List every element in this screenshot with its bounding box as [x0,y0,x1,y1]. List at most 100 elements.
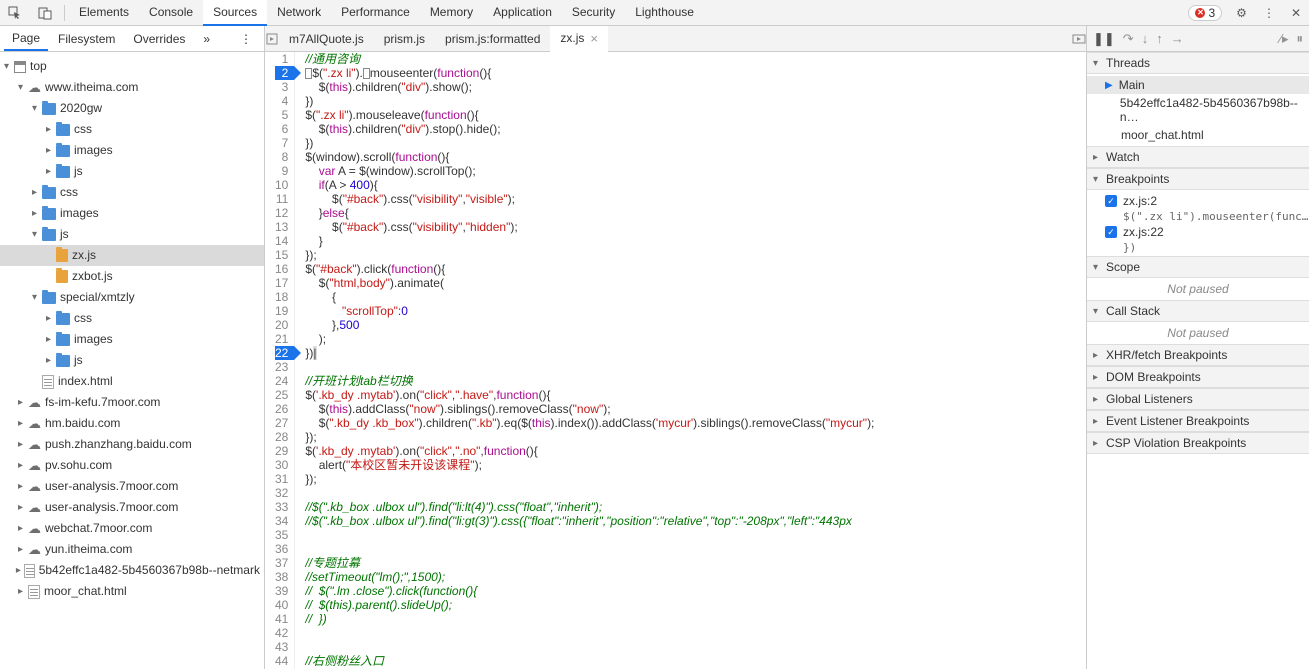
tree-item[interactable]: ▸☁pv.sohu.com [0,455,264,476]
code-line[interactable]: $(this).children("div").stop().hide(); [305,122,874,136]
line-number[interactable]: 20 [275,318,288,332]
line-number[interactable]: 11 [275,192,288,206]
tree-item[interactable]: ▾☁www.itheima.com [0,77,264,98]
breakpoint-item[interactable]: ✓zx.js:22 [1087,223,1309,241]
line-number[interactable]: 12 [275,206,288,220]
pause-exceptions-icon[interactable]: ⏸ [1297,31,1304,47]
code-line[interactable]: $(".zx li").mouseenter(function(){ [305,66,874,80]
line-number[interactable]: 33 [275,500,288,514]
line-number[interactable]: 38 [275,570,288,584]
line-number[interactable]: 14 [275,234,288,248]
editor-tab[interactable]: prism.js [374,26,435,52]
code-line[interactable]: // }) [305,612,874,626]
line-number[interactable]: 18 [275,290,288,304]
tree-item[interactable]: ▾2020gw [0,98,264,119]
code-line[interactable] [305,360,874,374]
line-number[interactable]: 7 [275,136,288,150]
code-line[interactable]: //开班计划tab栏切换 [305,374,874,388]
thread-item[interactable]: 5b42effc1a482-5b4560367b98b--n… [1087,94,1309,126]
line-number[interactable]: 34 [275,514,288,528]
code-line[interactable]: //$(".kb_box .ulbox ul").find("li:lt(4)"… [305,500,874,514]
line-number[interactable]: 17 [275,276,288,290]
code-line[interactable]: //setTimeout("lm();",1500); [305,570,874,584]
line-number[interactable]: 19 [275,304,288,318]
code-line[interactable]: "scrollTop":0 [305,304,874,318]
checkbox-icon[interactable]: ✓ [1105,226,1117,238]
line-number[interactable]: 41 [275,612,288,626]
tree-item[interactable]: ▸☁hm.baidu.com [0,413,264,434]
tree-item[interactable]: ▾special/xmtzly [0,287,264,308]
gear-icon[interactable]: ⚙ [1228,2,1255,24]
line-number[interactable]: 21 [275,332,288,346]
xhr-section[interactable]: ▸XHR/fetch Breakpoints [1087,344,1309,366]
line-number[interactable]: 9 [275,164,288,178]
line-number[interactable]: 23 [275,360,288,374]
line-number[interactable]: 24 [275,374,288,388]
tree-item[interactable]: ▸css [0,308,264,329]
step-icon[interactable]: → [1171,31,1184,46]
line-number[interactable]: 27 [275,416,288,430]
code-line[interactable] [305,528,874,542]
tree-item[interactable]: ▸☁user-analysis.7moor.com [0,497,264,518]
tab-application[interactable]: Application [483,0,562,26]
step-out-icon[interactable]: ↑ [1156,31,1163,46]
tab-elements[interactable]: Elements [69,0,139,26]
code-line[interactable]: } [305,234,874,248]
code-line[interactable]: $(".zx li").mouseleave(function(){ [305,108,874,122]
file-nav-icon[interactable] [265,32,279,46]
line-number[interactable]: 42 [275,626,288,640]
tree-item[interactable]: ▸☁push.zhanzhang.baidu.com [0,434,264,455]
event-section[interactable]: ▸Event Listener Breakpoints [1087,410,1309,432]
tree-item[interactable]: ▸css [0,119,264,140]
tree-item[interactable]: ▸css [0,182,264,203]
code-line[interactable] [305,626,874,640]
threads-section[interactable]: ▾Threads [1087,52,1309,74]
tab-network[interactable]: Network [267,0,331,26]
code-line[interactable]: //右侧粉丝入口 [305,654,874,668]
device-toggle-icon[interactable] [30,2,60,24]
code-editor[interactable]: 1234567891011121314151617181920212223242… [265,52,1086,669]
code-line[interactable]: $("html,body").animate( [305,276,874,290]
more-icon[interactable]: ⋮ [1255,2,1283,24]
code-line[interactable]: $(".kb_dy .kb_box").children(".kb").eq($… [305,416,874,430]
watch-section[interactable]: ▸Watch [1087,146,1309,168]
line-number[interactable]: 4 [275,94,288,108]
breakpoints-section[interactable]: ▾Breakpoints [1087,168,1309,190]
tree-item[interactable]: ▾js [0,224,264,245]
callstack-section[interactable]: ▾Call Stack [1087,300,1309,322]
code-line[interactable]: }) [305,94,874,108]
breakpoint-item[interactable]: ✓zx.js:2 [1087,192,1309,210]
line-number[interactable]: 22 [275,346,294,360]
code-line[interactable]: //通用咨询 [305,52,874,66]
file-tree[interactable]: ▾top▾☁www.itheima.com▾2020gw▸css▸images▸… [0,52,264,669]
line-number[interactable]: 32 [275,486,288,500]
subtab-page[interactable]: Page [4,27,48,51]
inspect-icon[interactable] [0,2,30,24]
code-line[interactable] [305,486,874,500]
code-line[interactable]: })| [305,346,874,360]
line-number[interactable]: 3 [275,80,288,94]
code-line[interactable]: $(window).scroll(function(){ [305,150,874,164]
tree-item[interactable]: index.html [0,371,264,392]
code-line[interactable]: alert("本校区暂未开设该课程"); [305,458,874,472]
line-number[interactable]: 5 [275,108,288,122]
tree-item[interactable]: ▸☁user-analysis.7moor.com [0,476,264,497]
line-number[interactable]: 26 [275,402,288,416]
code-line[interactable]: $(this).addClass("now").siblings().remov… [305,402,874,416]
tree-item[interactable]: zx.js [0,245,264,266]
code-line[interactable] [305,640,874,654]
tree-item[interactable]: ▸☁yun.itheima.com [0,539,264,560]
line-number[interactable]: 8 [275,150,288,164]
tree-item[interactable]: ▸5b42effc1a482-5b4560367b98b--netmark [0,560,264,581]
run-snippet-icon[interactable] [1072,32,1086,46]
code-line[interactable]: // $(".lm .close").click(function(){ [305,584,874,598]
line-number[interactable]: 30 [275,458,288,472]
csp-section[interactable]: ▸CSP Violation Breakpoints [1087,432,1309,454]
code-line[interactable]: $('.kb_dy .mytab').on("click",".no",func… [305,444,874,458]
line-number[interactable]: 28 [275,430,288,444]
tree-item[interactable]: ▸js [0,350,264,371]
line-number[interactable]: 36 [275,542,288,556]
code-line[interactable]: }); [305,248,874,262]
thread-item[interactable]: moor_chat.html [1087,126,1309,144]
line-number[interactable]: 1 [275,52,288,66]
